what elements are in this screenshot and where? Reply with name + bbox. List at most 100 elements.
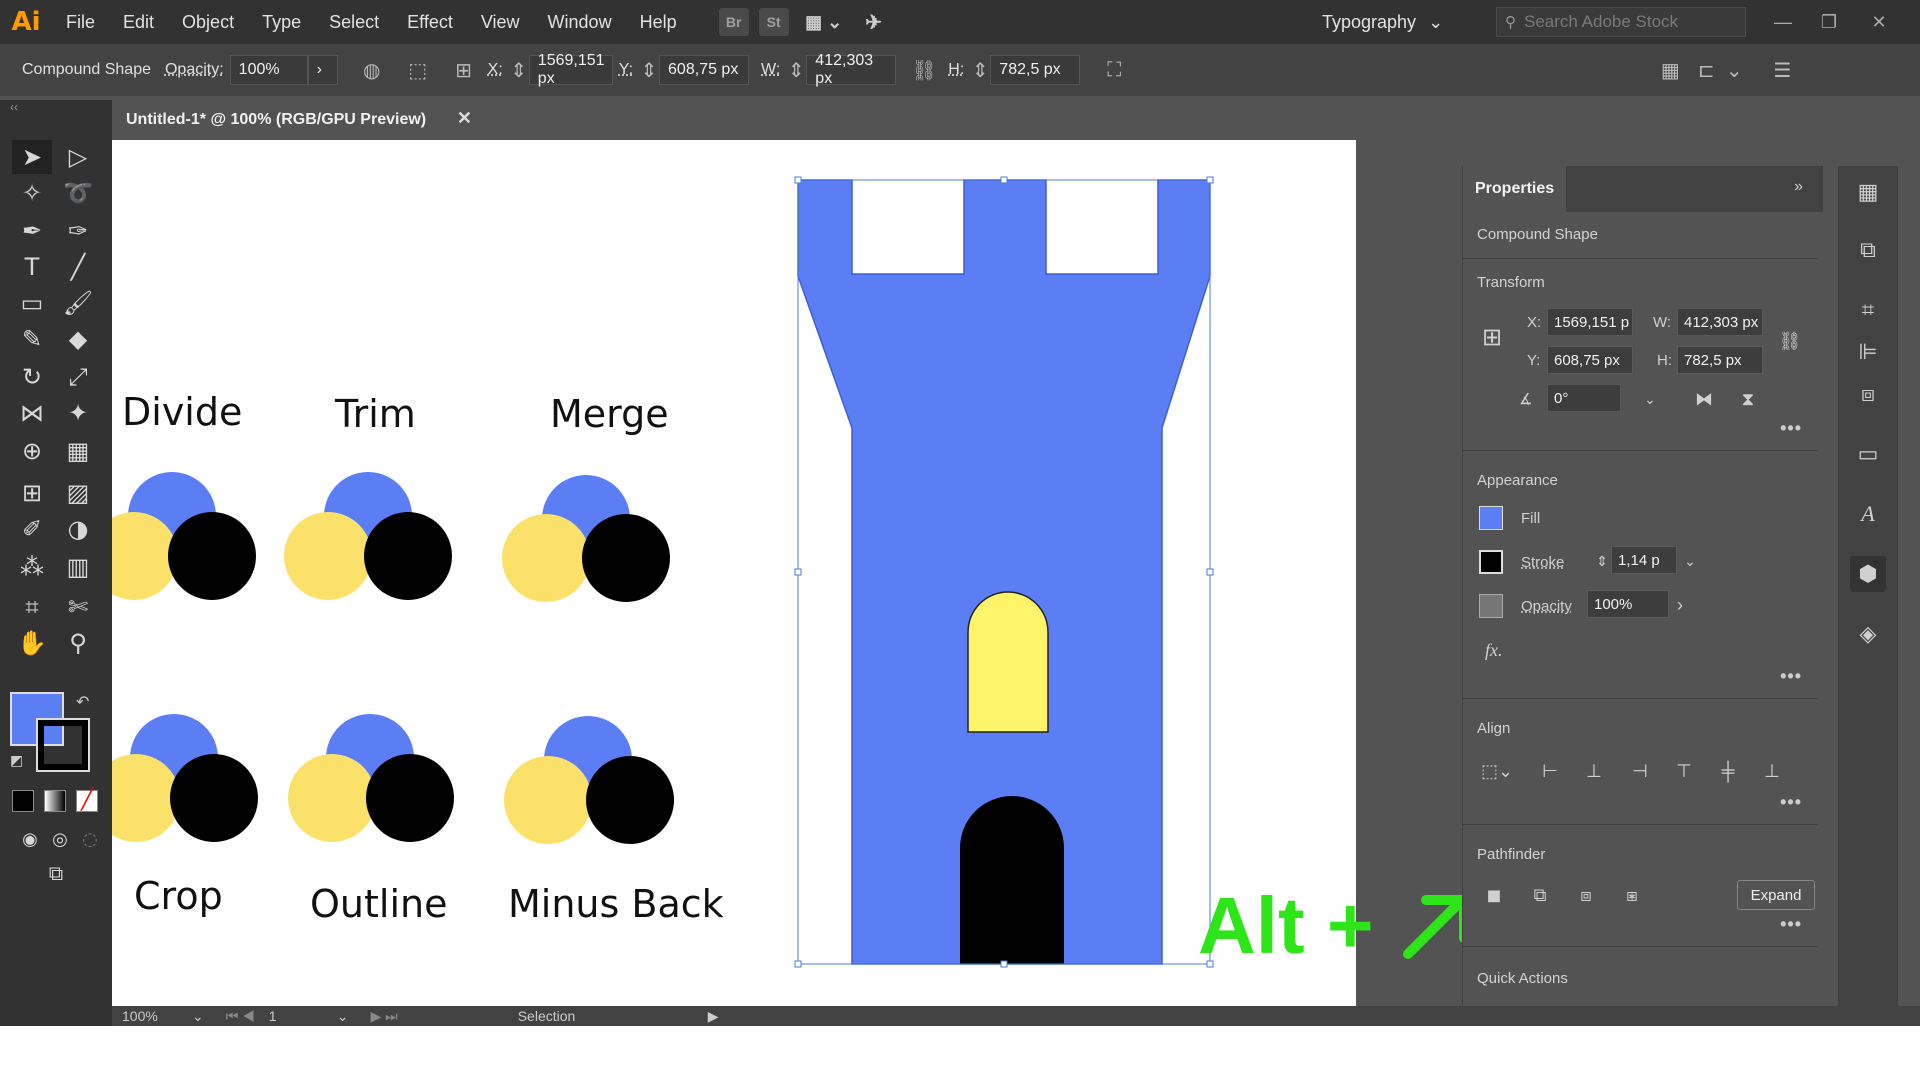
- menu-window[interactable]: Window: [534, 0, 626, 44]
- stroke-swatch[interactable]: [1479, 550, 1503, 574]
- opacity-label[interactable]: Opacity: [1521, 598, 1572, 615]
- chevron-down-icon[interactable]: ⌄: [1724, 52, 1744, 88]
- w-field[interactable]: 412,303 px: [806, 52, 897, 87]
- character-panel-icon[interactable]: A: [1850, 496, 1886, 532]
- properties-tab[interactable]: Properties: [1463, 166, 1567, 212]
- menu-effect[interactable]: Effect: [393, 0, 467, 44]
- w-stepper-icon[interactable]: ⇕: [786, 52, 806, 88]
- bridge-button[interactable]: Br: [718, 8, 749, 36]
- align-vertical-center-icon[interactable]: ╪: [1713, 756, 1743, 786]
- h-field[interactable]: 782,5 px: [990, 55, 1081, 85]
- shaper-tool-icon[interactable]: ✎: [12, 322, 52, 356]
- expand-button[interactable]: Expand: [1737, 880, 1815, 910]
- collapse-toolbar-icon[interactable]: ‹‹: [10, 100, 18, 114]
- zoom-tool-icon[interactable]: ⚲: [58, 626, 98, 660]
- more-options-icon[interactable]: •••: [1780, 914, 1802, 935]
- align-right-icon[interactable]: ⊣: [1625, 756, 1655, 786]
- more-options-icon[interactable]: •••: [1780, 666, 1802, 687]
- h-stepper-icon[interactable]: ⇕: [970, 52, 990, 88]
- zoom-level[interactable]: 100%: [122, 1008, 182, 1024]
- stroke-swatch[interactable]: [36, 718, 90, 772]
- close-window-icon[interactable]: ✕: [1856, 0, 1902, 44]
- transform-h-field[interactable]: 782,5 px: [1677, 346, 1763, 374]
- width-tool-icon[interactable]: ⋈: [12, 396, 52, 430]
- symbol-sprayer-tool-icon[interactable]: ⁂: [12, 550, 52, 584]
- control-menu-icon[interactable]: ☰: [1764, 52, 1800, 88]
- chevron-down-icon[interactable]: ⌄: [1675, 546, 1705, 576]
- properties-panel-icon[interactable]: ⬢: [1850, 556, 1886, 592]
- menu-select[interactable]: Select: [315, 0, 393, 44]
- pen-tool-icon[interactable]: ✒: [12, 214, 52, 248]
- stock-search-input[interactable]: [1524, 12, 1724, 32]
- align-top-icon[interactable]: ⊤: [1669, 756, 1699, 786]
- rectangle-tool-icon[interactable]: ▭: [12, 286, 52, 320]
- mesh-tool-icon[interactable]: ⊞: [12, 476, 52, 510]
- stock-button[interactable]: St: [758, 8, 789, 36]
- restore-icon[interactable]: ❐: [1806, 0, 1852, 44]
- reference-point-icon[interactable]: ⊞: [446, 52, 482, 88]
- angle-field[interactable]: 0°: [1547, 384, 1621, 412]
- transform-w-field[interactable]: 412,303 px: [1677, 308, 1763, 336]
- arrange-icon[interactable]: ▦: [1652, 52, 1688, 88]
- y-stepper-icon[interactable]: ⇕: [639, 52, 659, 88]
- status-arrow-icon[interactable]: ▶: [708, 1008, 719, 1025]
- panel-toggle-icon[interactable]: ⊏: [1688, 52, 1724, 88]
- minimize-icon[interactable]: —: [1760, 0, 1806, 44]
- transform-panel-icon[interactable]: ⌗: [1850, 292, 1886, 328]
- artboard[interactable]: Divide Trim Merge Crop Outline Minus Bac…: [112, 140, 1356, 1006]
- default-fill-stroke-icon[interactable]: ◩: [10, 752, 23, 769]
- type-tool-icon[interactable]: T: [12, 250, 52, 284]
- workspace-switcher[interactable]: Typography ⌄: [1322, 0, 1443, 44]
- direct-selection-tool-icon[interactable]: ▷: [58, 140, 98, 174]
- effects-fx-icon[interactable]: fx.: [1485, 640, 1503, 661]
- constrain-icon[interactable]: ⛓: [1775, 326, 1805, 356]
- reference-point-icon[interactable]: ⊞: [1477, 322, 1507, 352]
- arrange-documents-icon[interactable]: ▦ ⌄: [799, 8, 849, 36]
- none-mode-icon[interactable]: ╱: [76, 790, 98, 812]
- opacity-field[interactable]: 100%: [229, 55, 308, 85]
- scale-tool-icon[interactable]: ⤢: [58, 360, 98, 394]
- gradient-panel-icon[interactable]: ▭: [1850, 436, 1886, 472]
- chevron-down-icon[interactable]: ⌄: [337, 1008, 349, 1025]
- swap-fill-stroke-icon[interactable]: ↶: [76, 692, 89, 712]
- opacity-arrow-icon[interactable]: ›: [307, 55, 338, 85]
- chevron-right-icon[interactable]: ›: [1665, 590, 1695, 620]
- gpu-performance-icon[interactable]: ✈: [859, 8, 889, 36]
- status-tool[interactable]: Selection: [518, 1008, 708, 1024]
- opacity-label[interactable]: Opacity:: [165, 61, 224, 79]
- paintbrush-tool-icon[interactable]: 🖌: [58, 286, 98, 320]
- perspective-grid-tool-icon[interactable]: ▦: [58, 434, 98, 468]
- line-tool-icon[interactable]: ╱: [58, 250, 98, 284]
- align-bottom-icon[interactable]: ⊥: [1757, 756, 1787, 786]
- isolate-icon[interactable]: ⛶: [1096, 52, 1132, 88]
- minus-front-icon[interactable]: ⧉: [1525, 880, 1555, 910]
- eraser-tool-icon[interactable]: ◆: [58, 322, 98, 356]
- flip-vertical-icon[interactable]: ⧗: [1733, 384, 1763, 414]
- magic-wand-tool-icon[interactable]: ✧: [12, 176, 52, 210]
- align-panel-icon[interactable]: ⊫: [1850, 334, 1886, 370]
- hand-tool-icon[interactable]: ✋: [12, 626, 52, 660]
- transform-y-field[interactable]: 608,75 px: [1547, 346, 1633, 374]
- shape-builder-tool-icon[interactable]: ⊕: [12, 434, 52, 468]
- gradient-tool-icon[interactable]: ▨: [58, 476, 98, 510]
- intersect-icon[interactable]: ⧈: [1571, 880, 1601, 910]
- menu-object[interactable]: Object: [168, 0, 248, 44]
- menu-view[interactable]: View: [467, 0, 534, 44]
- artboard-nav-next-icon[interactable]: ▶ ⏭: [370, 1008, 397, 1025]
- align-left-icon[interactable]: ⊢: [1535, 756, 1565, 786]
- slice-tool-icon[interactable]: ✄: [58, 590, 98, 624]
- document-tab[interactable]: Untitled-1* @ 100% (RGB/GPU Preview) ✕: [112, 100, 482, 140]
- chevron-down-icon[interactable]: ⌄: [1635, 384, 1665, 414]
- menu-file[interactable]: File: [52, 0, 109, 44]
- stock-search-box[interactable]: ⚲: [1496, 7, 1746, 37]
- transform-x-field[interactable]: 1569,151 p: [1547, 308, 1633, 336]
- blend-tool-icon[interactable]: ◑: [58, 512, 98, 546]
- pathfinder-panel-icon[interactable]: ⧈: [1850, 376, 1886, 412]
- menu-help[interactable]: Help: [626, 0, 691, 44]
- screen-mode-icon[interactable]: ⧉: [36, 856, 76, 890]
- collapse-panel-icon[interactable]: »: [1794, 178, 1803, 196]
- unite-icon[interactable]: ◼: [1479, 880, 1509, 910]
- artboards-icon[interactable]: ⧉: [1850, 232, 1886, 268]
- stroke-label[interactable]: Stroke: [1521, 554, 1564, 571]
- color-mode-icon[interactable]: [12, 790, 34, 812]
